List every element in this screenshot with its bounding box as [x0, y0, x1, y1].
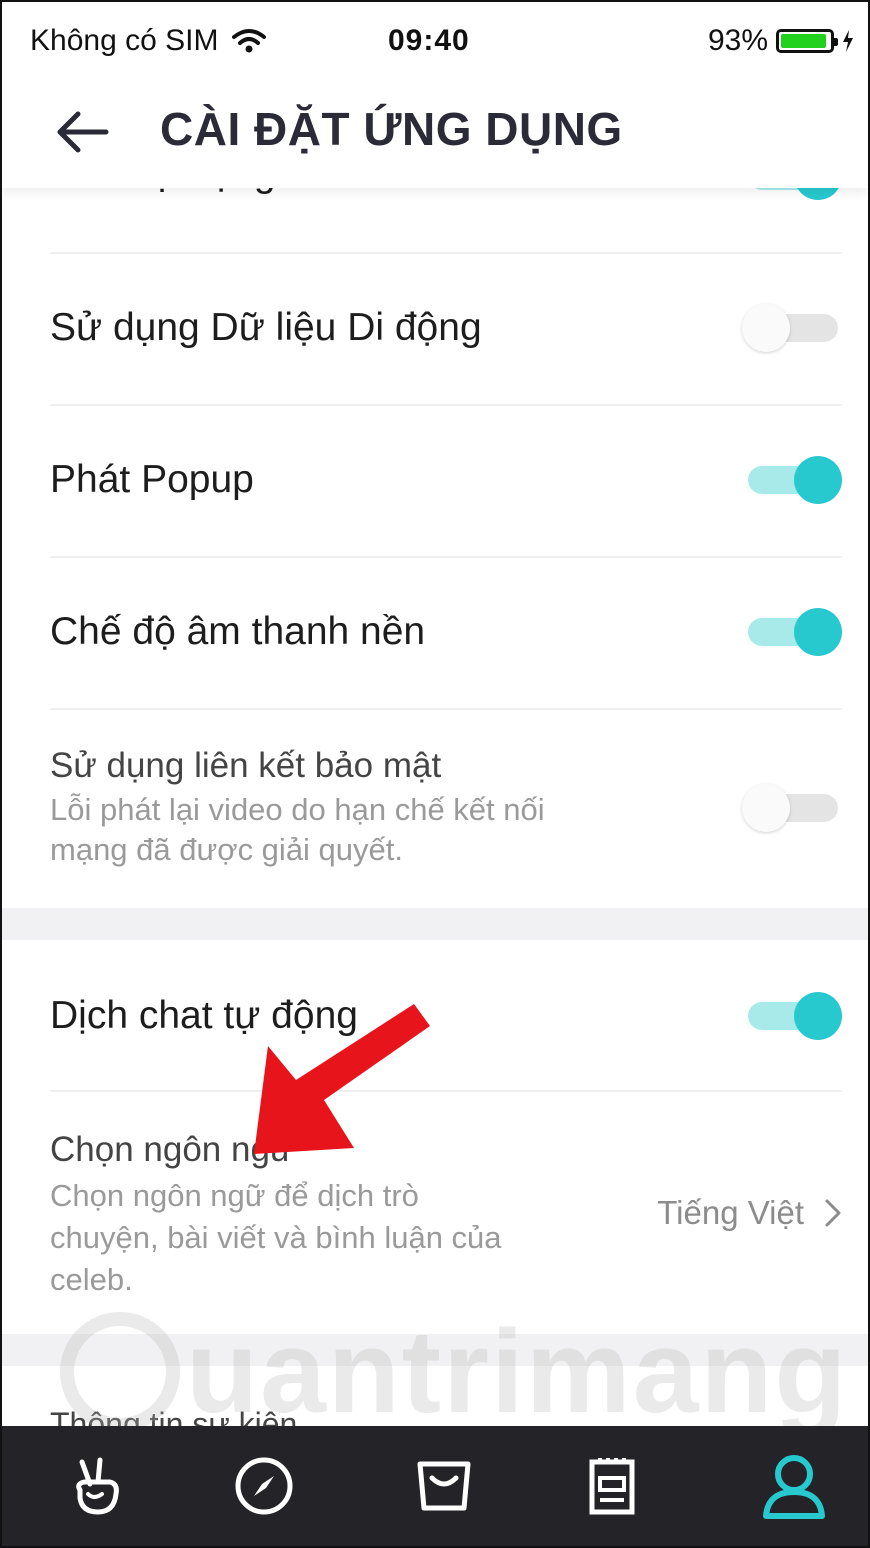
compass-icon — [235, 1457, 293, 1515]
setting-description: Chọn ngôn ngữ để dịch trò — [50, 1178, 419, 1213]
setting-label: Chọn ngôn ngữ — [50, 1130, 294, 1169]
setting-description: mạng đã được giải quyết. — [50, 832, 404, 867]
setting-label: Sử dụng liên kết bảo mật — [50, 746, 442, 785]
background-audio-toggle[interactable] — [742, 608, 842, 656]
nav-item-notepad[interactable] — [572, 1446, 652, 1526]
bottom-nav — [2, 1426, 868, 1546]
setting-row-event-info[interactable]: Thông tin sự kiện — [50, 1366, 842, 1426]
carrier-group: Không có SIM — [30, 24, 267, 58]
section-divider — [2, 1334, 868, 1366]
profile-icon — [763, 1455, 825, 1519]
settings-list[interactable]: Phát tự động trên Scroll Sử dụng Dữ liệu… — [2, 188, 868, 1426]
setting-description: Lỗi phát lại video do hạn chế kết nối — [50, 792, 545, 827]
popup-toggle[interactable] — [742, 456, 842, 504]
setting-label: Thông tin sự kiện — [50, 1406, 298, 1426]
setting-row-autoplay[interactable]: Phát tự động trên Scroll — [50, 188, 842, 254]
notepad-icon — [589, 1458, 635, 1515]
battery-percent: 93% — [707, 24, 768, 57]
chevron-right-icon — [825, 1199, 841, 1227]
language-value: Tiếng Việt — [657, 1194, 804, 1231]
setting-row-mobile-data[interactable]: Sử dụng Dữ liệu Di động — [50, 252, 842, 406]
hand-v-icon — [76, 1457, 119, 1515]
clock: 09:40 — [388, 24, 470, 57]
setting-label: Chế độ âm thanh nền — [50, 610, 426, 653]
auto-translate-toggle[interactable] — [742, 992, 842, 1040]
setting-label: Phát Popup — [50, 458, 254, 501]
mobile-data-toggle[interactable] — [742, 304, 842, 352]
charging-icon — [843, 30, 853, 52]
setting-row-background-audio[interactable]: Chế độ âm thanh nền — [50, 556, 842, 710]
setting-row-auto-translate[interactable]: Dịch chat tự động — [50, 940, 842, 1092]
nav-item-store[interactable] — [404, 1446, 484, 1526]
setting-row-language[interactable]: Chọn ngôn ngữ Chọn ngôn ngữ để dịch trò … — [50, 1090, 842, 1334]
phone-screen: Không có SIM 09:40 93% CÀI ĐẶT ỨNG DỤNG — [0, 0, 870, 1548]
back-arrow-icon[interactable] — [52, 102, 112, 162]
battery-group: 93% — [708, 24, 854, 58]
nav-item-explore[interactable] — [224, 1446, 304, 1526]
setting-row-popup[interactable]: Phát Popup — [50, 404, 842, 558]
app-header: CÀI ĐẶT ỨNG DỤNG — [2, 80, 868, 188]
secure-link-toggle[interactable] — [742, 784, 842, 832]
wifi-icon — [232, 29, 267, 53]
carrier-label: Không có SIM — [30, 24, 219, 57]
page-title: CÀI ĐẶT ỨNG DỤNG — [160, 103, 623, 155]
setting-label: Sử dụng Dữ liệu Di động — [50, 306, 482, 349]
section-divider — [2, 908, 868, 940]
battery-icon — [776, 29, 838, 53]
setting-label: Phát tự động trên Scroll — [50, 188, 462, 196]
store-icon — [417, 1461, 471, 1511]
setting-row-secure-link[interactable]: Sử dụng liên kết bảo mật Lỗi phát lại vi… — [50, 708, 842, 908]
setting-label: Dịch chat tự động — [50, 994, 358, 1037]
nav-item-home[interactable] — [58, 1446, 138, 1526]
battery-fill — [781, 34, 826, 48]
language-value-group[interactable]: Tiếng Việt — [657, 1194, 842, 1232]
autoplay-toggle[interactable] — [742, 188, 842, 200]
status-bar: Không có SIM 09:40 93% — [2, 2, 868, 80]
setting-description: celeb. — [50, 1262, 133, 1297]
setting-description: chuyện, bài viết và bình luận của — [50, 1220, 502, 1255]
nav-item-profile[interactable] — [754, 1446, 834, 1526]
